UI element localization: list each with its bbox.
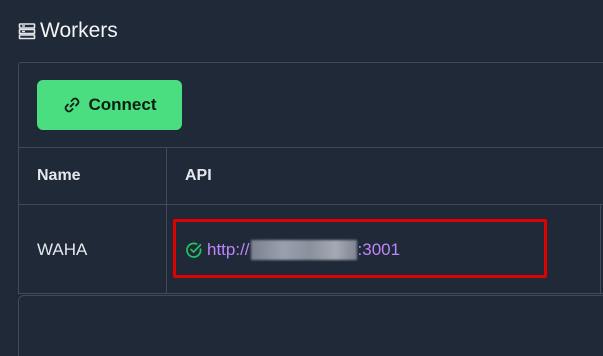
connect-button-label: Connect [88,95,157,114]
page-title: Workers [18,19,118,43]
server-icon [18,22,36,40]
table-header-row: Name API [19,148,603,205]
link-icon [63,96,81,114]
worker-name-cell: WAHA [19,205,167,294]
page-title-text: Workers [40,19,118,42]
column-header-api[interactable]: API [167,148,603,204]
workers-page: Workers Connect Name API WAHA http://:3… [0,0,603,356]
lower-panel [18,295,603,356]
connect-button[interactable]: Connect [37,80,182,130]
column-header-name[interactable]: Name [19,148,167,204]
card-toolbar: Connect [19,63,603,148]
highlight-box [173,219,547,278]
